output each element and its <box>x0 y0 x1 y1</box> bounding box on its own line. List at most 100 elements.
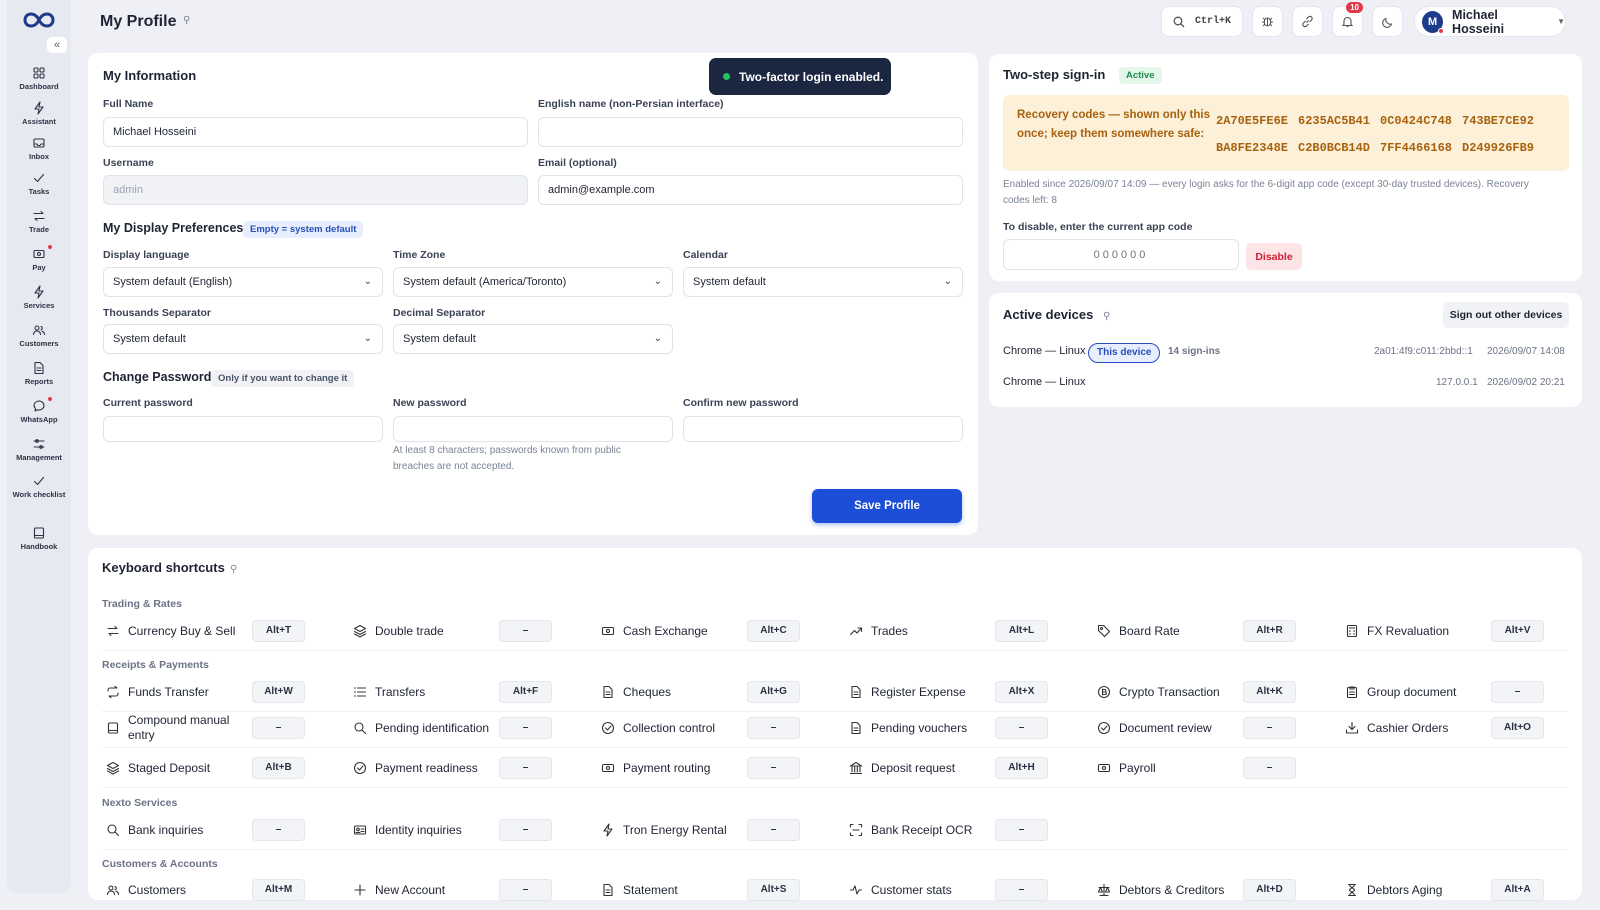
save-profile-button[interactable]: Save Profile <box>812 489 962 523</box>
full-name-field[interactable]: Michael Hosseini <box>103 117 528 147</box>
display-language-select[interactable]: System default (English) ⌄ <box>103 267 383 297</box>
shortcut-item[interactable]: Funds Transfer <box>102 673 252 711</box>
sidebar-item-work-checklist[interactable]: Work checklist <box>7 474 71 499</box>
shortcut-item[interactable]: Compound manual entry <box>102 709 252 747</box>
bug-report-button[interactable] <box>1252 6 1283 37</box>
shortcut-item[interactable]: Document review <box>1093 709 1243 747</box>
shortcut-key[interactable]: – <box>499 757 552 779</box>
sidebar-item-management[interactable]: Management <box>7 437 71 462</box>
collapse-sidebar-button[interactable]: « <box>47 37 67 53</box>
shortcut-key[interactable]: Alt+M <box>252 879 305 901</box>
time-zone-select[interactable]: System default (America/Toronto) ⌄ <box>393 267 673 297</box>
shortcut-key[interactable]: – <box>499 819 552 841</box>
email-field[interactable]: admin@example.com <box>538 175 963 205</box>
shortcut-item[interactable]: Statement <box>597 871 747 909</box>
shortcut-item[interactable]: Payment readiness <box>349 749 499 787</box>
confirm-password-field[interactable] <box>683 416 963 442</box>
shortcut-item[interactable]: Crypto Transaction <box>1093 673 1243 711</box>
shortcut-item[interactable]: Transfers <box>349 673 499 711</box>
shortcut-key[interactable]: Alt+V <box>1491 620 1544 642</box>
sidebar-item-reports[interactable]: Reports <box>7 361 71 386</box>
shortcut-key[interactable]: – <box>995 717 1048 739</box>
shortcut-item[interactable]: Debtors & Creditors <box>1093 871 1243 909</box>
sidebar-item-services[interactable]: Services <box>7 285 71 310</box>
shortcut-item[interactable]: Cashier Orders <box>1341 709 1491 747</box>
shortcut-key[interactable]: – <box>252 717 305 739</box>
shortcut-item[interactable]: Tron Energy Rental <box>597 811 747 849</box>
sidebar-item-pay[interactable]: Pay <box>7 245 71 272</box>
shortcut-item[interactable]: Bank Receipt OCR <box>845 811 995 849</box>
sidebar-item-tasks[interactable]: Tasks <box>7 171 71 196</box>
shortcut-key[interactable]: Alt+K <box>1243 681 1296 703</box>
shortcut-key[interactable]: – <box>1243 757 1296 779</box>
shortcut-key[interactable]: Alt+H <box>995 757 1048 779</box>
shortcut-key[interactable]: – <box>995 879 1048 901</box>
shortcut-key[interactable]: – <box>1491 681 1544 703</box>
shortcut-key[interactable]: Alt+G <box>747 681 800 703</box>
shortcut-item[interactable]: Bank inquiries <box>102 811 252 849</box>
shortcut-item[interactable]: Pending vouchers <box>845 709 995 747</box>
shortcut-item[interactable]: New Account <box>349 871 499 909</box>
shortcut-item[interactable]: Payroll <box>1093 749 1243 787</box>
shortcut-key[interactable]: – <box>747 757 800 779</box>
english-name-field[interactable] <box>538 117 963 147</box>
sidebar-item-assistant[interactable]: Assistant <box>7 101 71 126</box>
shortcut-key[interactable]: Alt+X <box>995 681 1048 703</box>
shortcut-item[interactable]: Currency Buy & Sell <box>102 612 252 650</box>
shortcut-key[interactable]: – <box>747 819 800 841</box>
shortcut-key[interactable]: – <box>747 717 800 739</box>
shortcut-item[interactable]: Debtors Aging <box>1341 871 1491 909</box>
shortcut-key[interactable]: – <box>499 717 552 739</box>
shortcut-item[interactable]: Deposit request <box>845 749 995 787</box>
shortcut-item[interactable]: Identity inquiries <box>349 811 499 849</box>
sidebar-item-dashboard[interactable]: Dashboard <box>7 66 71 91</box>
shortcut-key[interactable]: – <box>1243 717 1296 739</box>
shortcut-item[interactable]: Trades <box>845 612 995 650</box>
shortcut-item[interactable]: Staged Deposit <box>102 749 252 787</box>
shortcut-key[interactable]: Alt+C <box>747 620 800 642</box>
shortcut-item[interactable]: FX Revaluation <box>1341 612 1491 650</box>
shortcut-item[interactable]: Double trade <box>349 612 499 650</box>
theme-toggle-button[interactable] <box>1372 6 1403 37</box>
shortcut-item[interactable]: Group document <box>1341 673 1491 711</box>
decimal-separator-select[interactable]: System default ⌄ <box>393 324 673 354</box>
shortcut-key[interactable]: – <box>499 879 552 901</box>
shortcut-key[interactable]: Alt+L <box>995 620 1048 642</box>
shortcut-key[interactable]: Alt+W <box>252 681 305 703</box>
shortcut-item[interactable]: Customers <box>102 871 252 909</box>
shortcut-key[interactable]: Alt+T <box>252 620 305 642</box>
shortcut-key[interactable]: Alt+S <box>747 879 800 901</box>
pin-icon[interactable]: ⚲ <box>183 15 190 26</box>
shortcut-item[interactable]: Customer stats <box>845 871 995 909</box>
app-code-input[interactable] <box>1003 239 1239 270</box>
shortcut-key[interactable]: Alt+B <box>252 757 305 779</box>
shortcut-item[interactable]: Payment routing <box>597 749 747 787</box>
sign-out-other-devices-button[interactable]: Sign out other devices <box>1443 302 1569 328</box>
info-icon[interactable]: ⚲ <box>1103 311 1110 322</box>
search-button[interactable]: Ctrl+K <box>1161 6 1243 37</box>
user-menu-button[interactable]: M Michael Hosseini ▼ <box>1414 6 1566 37</box>
notifications-button[interactable]: 10 <box>1332 2 1363 37</box>
shortcut-item[interactable]: Board Rate <box>1093 612 1243 650</box>
shortcut-key[interactable]: Alt+R <box>1243 620 1296 642</box>
shortcut-key[interactable]: Alt+O <box>1491 717 1544 739</box>
shortcut-item[interactable]: Register Expense <box>845 673 995 711</box>
sidebar-item-customers[interactable]: Customers <box>7 323 71 348</box>
current-password-field[interactable] <box>103 416 383 442</box>
info-icon[interactable]: ⚲ <box>230 564 237 575</box>
disable-two-step-button[interactable]: Disable <box>1246 243 1302 270</box>
shortcut-item[interactable]: Pending identification <box>349 709 499 747</box>
shortcut-item[interactable]: Cheques <box>597 673 747 711</box>
sidebar-item-whatsapp[interactable]: WhatsApp <box>7 397 71 424</box>
sidebar-item-inbox[interactable]: Inbox <box>7 136 71 161</box>
sidebar-item-handbook[interactable]: Handbook <box>7 526 71 551</box>
link-button[interactable] <box>1292 6 1323 37</box>
shortcut-key[interactable]: Alt+A <box>1491 879 1544 901</box>
thousands-separator-select[interactable]: System default ⌄ <box>103 324 383 354</box>
shortcut-item[interactable]: Collection control <box>597 709 747 747</box>
new-password-field[interactable] <box>393 416 673 442</box>
shortcut-item[interactable]: Cash Exchange <box>597 612 747 650</box>
calendar-select[interactable]: System default ⌄ <box>683 267 963 297</box>
shortcut-key[interactable]: – <box>995 819 1048 841</box>
shortcut-key[interactable]: Alt+F <box>499 681 552 703</box>
